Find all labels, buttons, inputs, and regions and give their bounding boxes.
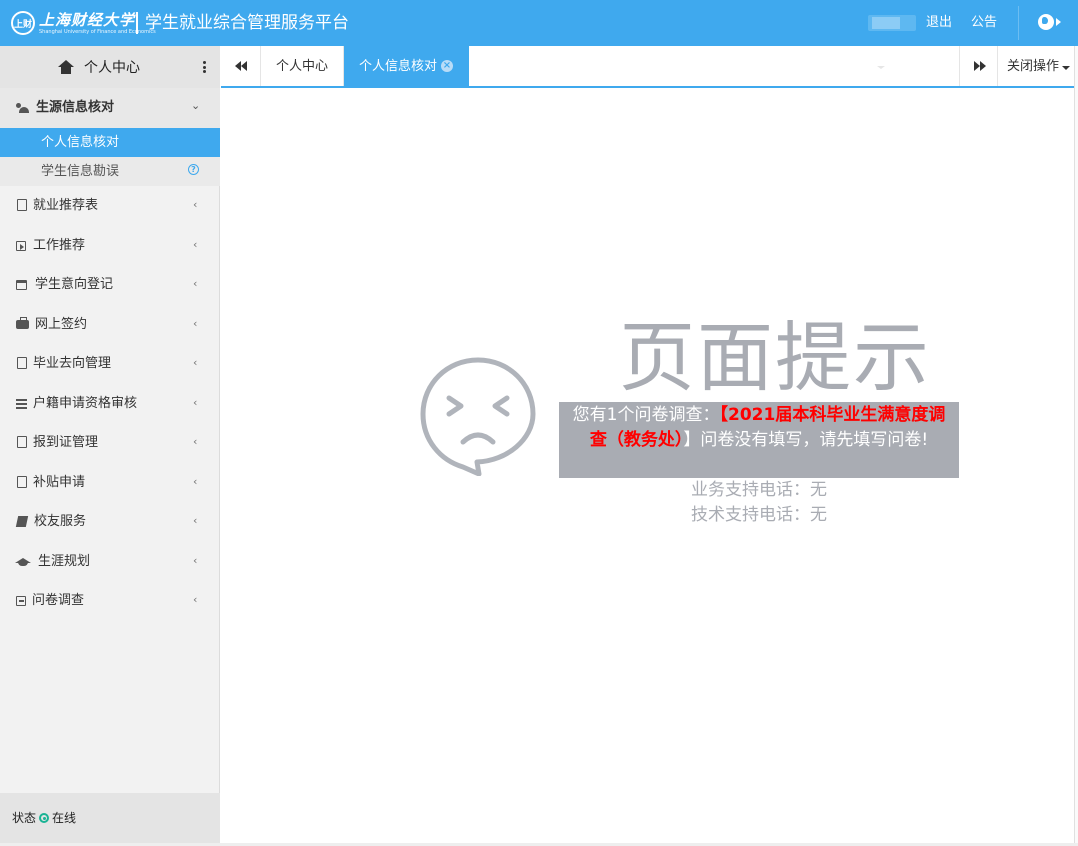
play-square-icon (16, 241, 26, 251)
user-name-redacted[interactable] (868, 15, 916, 31)
double-chevron-left-icon (235, 61, 247, 71)
chevron-left-icon: ‹ (193, 238, 198, 251)
home-icon (58, 60, 74, 74)
sidebar-group-source-info[interactable]: 生源信息核对 ⌄ (0, 88, 220, 128)
chevron-left-icon: ‹ (193, 435, 198, 448)
scroll-tabs-right-button[interactable] (959, 46, 999, 86)
sidebar-group-career-planning[interactable]: 生涯规划 ‹ (0, 542, 220, 582)
file-icon (17, 436, 27, 448)
more-vertical-icon[interactable] (203, 61, 206, 73)
caret-right-icon[interactable] (1056, 18, 1061, 26)
file-icon (17, 476, 27, 488)
main-content: 页面提示 您有1个问卷调查：【2021届本科毕业生满意度调查（教务处）】问卷没有… (221, 88, 1074, 843)
briefcase-icon (16, 317, 29, 329)
scroll-tabs-left-button[interactable] (221, 46, 261, 86)
globe-icon[interactable] (1038, 14, 1054, 30)
book-icon (15, 516, 29, 527)
notice-open-bracket: 【 (719, 405, 729, 425)
sidebar-item-personal-info-check[interactable]: 个人信息核对 (0, 128, 220, 157)
file-icon (17, 357, 27, 369)
tab-bar: 个人中心 个人信息核对 × 关闭操作 (221, 46, 1074, 88)
university-seal-icon: 上财 (11, 11, 35, 35)
sidebar: 个人中心 生源信息核对 ⌄ 个人信息核对 学生信息勘误 ? 就业推荐表 ‹ 工作… (0, 46, 220, 843)
sidebar-item-student-info-correction[interactable]: 学生信息勘误 ? (0, 157, 220, 186)
chevron-left-icon: ‹ (193, 514, 198, 527)
calendar-icon (16, 280, 27, 290)
chevron-left-icon: ‹ (193, 554, 198, 567)
logout-link[interactable]: 退出 (926, 14, 952, 32)
chevron-left-icon: ‹ (193, 356, 198, 369)
caret-down-icon (1062, 66, 1070, 70)
close-circle-icon[interactable]: × (441, 60, 453, 72)
online-dot-icon (39, 813, 49, 823)
double-chevron-right-icon (974, 61, 986, 71)
chevron-down-icon: ⌄ (191, 99, 201, 112)
status-label: 状态 (12, 811, 37, 825)
close-operations-dropdown[interactable]: 关闭操作 (997, 46, 1074, 86)
minus-square-icon (16, 596, 26, 606)
scrollbar-edge[interactable] (1074, 46, 1078, 843)
file-icon (17, 199, 27, 211)
chevron-left-icon: ‹ (193, 475, 198, 488)
sidebar-group-online-signing[interactable]: 网上签约 ‹ (0, 305, 220, 345)
bars-icon (16, 398, 27, 409)
chevron-left-icon: ‹ (193, 396, 198, 409)
sidebar-group-report-certificate[interactable]: 报到证管理 ‹ (0, 423, 220, 463)
university-logo-text: 上海财经大学 (39, 11, 136, 29)
page-hint-title: 页面提示 (619, 313, 931, 402)
chevron-left-icon: ‹ (193, 593, 198, 606)
header-separator (1018, 6, 1019, 40)
sad-face-icon (420, 357, 536, 476)
platform-title: 学生就业综合管理服务平台 (145, 13, 349, 33)
sidebar-group-subsidy-application[interactable]: 补贴申请 ‹ (0, 463, 220, 503)
users-icon (16, 102, 29, 113)
tab-personal-info-check[interactable]: 个人信息核对 × (344, 46, 469, 86)
business-support-phone: 业务支持电话：无 (691, 480, 827, 500)
sidebar-group-job-recommendation[interactable]: 工作推荐 ‹ (0, 226, 220, 266)
top-header: 上财 上海财经大学 Shanghai University of Finance… (0, 0, 1078, 46)
notice-link[interactable]: 公告 (971, 14, 997, 32)
sidebar-group-questionnaire[interactable]: 问卷调查 ‹ (0, 581, 220, 621)
sidebar-group-intention-registration[interactable]: 学生意向登记 ‹ (0, 265, 220, 305)
sidebar-group-alumni-service[interactable]: 校友服务 ‹ (0, 502, 220, 542)
question-circle-icon[interactable]: ? (188, 164, 199, 175)
status-value: 在线 (52, 811, 77, 825)
sidebar-group-employment-recommendation-form[interactable]: 就业推荐表 ‹ (0, 186, 220, 226)
sidebar-title: 个人中心 (84, 60, 140, 76)
tech-support-phone: 技术支持电话：无 (691, 505, 827, 525)
chevron-left-icon: ‹ (193, 277, 198, 290)
chevron-left-icon: ‹ (193, 198, 198, 211)
notice-suffix: 】问卷没有填写，请先填写问卷! (683, 430, 929, 450)
notice-prefix: 您有1个问卷调查： (572, 405, 720, 425)
sidebar-group-household-registration[interactable]: 户籍申请资格审核 ‹ (0, 384, 220, 424)
university-logo-subtitle: Shanghai University of Finance and Econo… (39, 29, 156, 35)
sidebar-header: 个人中心 (0, 46, 220, 88)
faint-caret-icon (877, 66, 885, 69)
status-bar: 状态 在线 (0, 793, 220, 843)
logo-divider (136, 12, 138, 34)
questionnaire-notice: 您有1个问卷调查：【2021届本科毕业生满意度调查（教务处）】问卷没有填写，请先… (559, 402, 959, 478)
tab-personal-center[interactable]: 个人中心 (261, 46, 344, 86)
sidebar-group-graduation-destination[interactable]: 毕业去向管理 ‹ (0, 344, 220, 384)
graduation-cap-icon (15, 556, 31, 567)
chevron-left-icon: ‹ (193, 317, 198, 330)
